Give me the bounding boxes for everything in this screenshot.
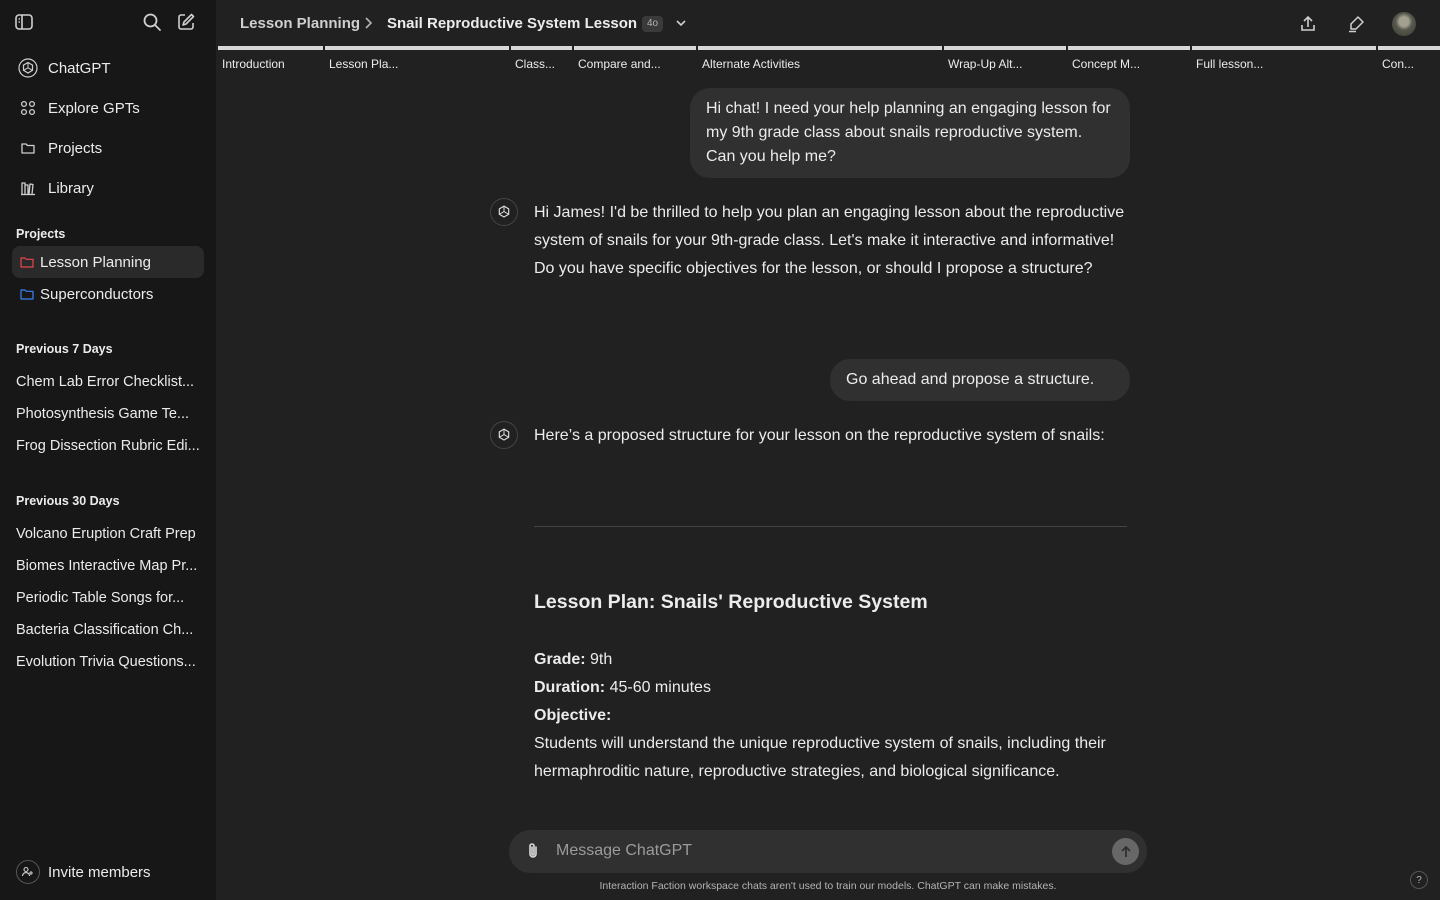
tab-concept-map[interactable]: Concept M... bbox=[1068, 46, 1190, 70]
history-section-label: Previous 30 Days bbox=[16, 494, 120, 508]
chatgpt-logo-icon bbox=[490, 198, 518, 226]
chevron-down-icon[interactable] bbox=[674, 16, 688, 34]
sidebar-item-label: ChatGPT bbox=[48, 59, 111, 77]
avatar[interactable] bbox=[1392, 12, 1416, 36]
sidebar-item-label: Explore GPTs bbox=[48, 99, 140, 117]
highlighter-icon[interactable] bbox=[1344, 12, 1368, 36]
canvas-tabs: Introduction Lesson Pla... Class... Comp… bbox=[216, 46, 1440, 70]
library-icon bbox=[18, 178, 38, 198]
objective-text: Students will understand the unique repr… bbox=[534, 735, 1106, 780]
project-label: Superconductors bbox=[40, 285, 154, 303]
tab-con[interactable]: Con... bbox=[1378, 46, 1440, 70]
share-icon[interactable] bbox=[1296, 12, 1320, 36]
grid-icon bbox=[18, 98, 38, 118]
send-button[interactable] bbox=[1112, 838, 1139, 865]
invite-members-button[interactable]: Invite members bbox=[16, 860, 151, 884]
invite-label: Invite members bbox=[48, 863, 151, 881]
chevron-right-icon bbox=[362, 16, 374, 34]
history-item[interactable]: Frog Dissection Rubric Edi... bbox=[16, 438, 204, 454]
chatgpt-logo-icon bbox=[18, 58, 38, 78]
sidebar-toggle-icon[interactable] bbox=[14, 12, 42, 36]
history-item[interactable]: Biomes Interactive Map Pr... bbox=[16, 558, 204, 574]
history-item[interactable]: Bacteria Classification Ch... bbox=[16, 622, 204, 638]
grade-label: Grade: bbox=[534, 651, 586, 668]
grade-field: Grade: 9th bbox=[534, 646, 612, 674]
sidebar-item-label: Library bbox=[48, 179, 94, 197]
folder-icon bbox=[20, 289, 34, 300]
folder-icon bbox=[20, 257, 34, 268]
user-message: Go ahead and propose a structure. bbox=[830, 359, 1130, 401]
objective-field: Objective: bbox=[534, 702, 611, 730]
history-item[interactable]: Evolution Trivia Questions... bbox=[16, 654, 204, 670]
history-item[interactable]: Volcano Eruption Craft Prep bbox=[16, 526, 204, 542]
help-button[interactable]: ? bbox=[1410, 871, 1428, 889]
objective-label: Objective: bbox=[534, 707, 612, 724]
folder-icon bbox=[18, 138, 38, 158]
assistant-message: Hi James! I'd be thrilled to help you pl… bbox=[534, 204, 1125, 277]
tab-alternate-activities[interactable]: Alternate Activities bbox=[698, 46, 942, 70]
tab-wrap-up[interactable]: Wrap-Up Alt... bbox=[944, 46, 1066, 70]
arrow-up-icon bbox=[1120, 845, 1131, 857]
sidebar-item-library[interactable]: Library bbox=[12, 172, 204, 204]
disclaimer-text: Interaction Faction workspace chats aren… bbox=[599, 880, 1057, 892]
divider bbox=[534, 526, 1127, 527]
chatgpt-logo-icon bbox=[490, 421, 518, 449]
header: Lesson Planning Snail Reproductive Syste… bbox=[216, 0, 1440, 46]
duration-label: Duration: bbox=[534, 679, 606, 696]
tab-full-lesson[interactable]: Full lesson... bbox=[1192, 46, 1376, 70]
paperclip-icon[interactable] bbox=[523, 841, 543, 861]
history-item[interactable]: Periodic Table Songs for... bbox=[16, 590, 204, 606]
model-badge[interactable]: 4o bbox=[642, 16, 664, 32]
breadcrumb-chat-title[interactable]: Snail Reproductive System Lesson bbox=[387, 15, 637, 32]
people-icon bbox=[16, 860, 40, 884]
user-message: Hi chat! I need your help planning an en… bbox=[690, 88, 1130, 178]
project-label: Lesson Planning bbox=[40, 253, 151, 271]
project-item-lesson-planning[interactable]: Lesson Planning bbox=[12, 246, 204, 278]
assistant-message: Here’s a proposed structure for your les… bbox=[534, 427, 1105, 444]
duration-field: Duration: 45-60 minutes bbox=[534, 674, 711, 702]
new-chat-icon[interactable] bbox=[176, 12, 200, 36]
tab-class[interactable]: Class... bbox=[511, 46, 572, 70]
lesson-plan-heading: Lesson Plan: Snails' Reproductive System bbox=[534, 591, 928, 613]
tab-introduction[interactable]: Introduction bbox=[218, 46, 323, 70]
sidebar-item-label: Projects bbox=[48, 139, 103, 157]
message-input[interactable] bbox=[556, 836, 1096, 866]
history-item[interactable]: Chem Lab Error Checklist... bbox=[16, 374, 204, 390]
duration-value: 45-60 minutes bbox=[609, 679, 711, 696]
sidebar-item-chatgpt[interactable]: ChatGPT bbox=[12, 52, 204, 84]
tab-compare[interactable]: Compare and... bbox=[574, 46, 696, 70]
projects-section-label: Projects bbox=[16, 227, 66, 241]
composer bbox=[509, 830, 1147, 873]
sidebar-toolbar bbox=[14, 10, 202, 38]
project-item-superconductors[interactable]: Superconductors bbox=[12, 278, 204, 310]
sidebar: ChatGPT Explore GPTs Projects Library Pr… bbox=[0, 0, 216, 900]
search-icon[interactable] bbox=[142, 12, 166, 36]
sidebar-item-projects[interactable]: Projects bbox=[12, 132, 204, 164]
history-item[interactable]: Photosynthesis Game Te... bbox=[16, 406, 204, 422]
sidebar-item-explore-gpts[interactable]: Explore GPTs bbox=[12, 92, 204, 124]
history-section-label: Previous 7 Days bbox=[16, 342, 113, 356]
tab-lesson-plan[interactable]: Lesson Pla... bbox=[325, 46, 509, 70]
breadcrumb-project[interactable]: Lesson Planning bbox=[240, 15, 360, 32]
grade-value: 9th bbox=[590, 651, 613, 668]
